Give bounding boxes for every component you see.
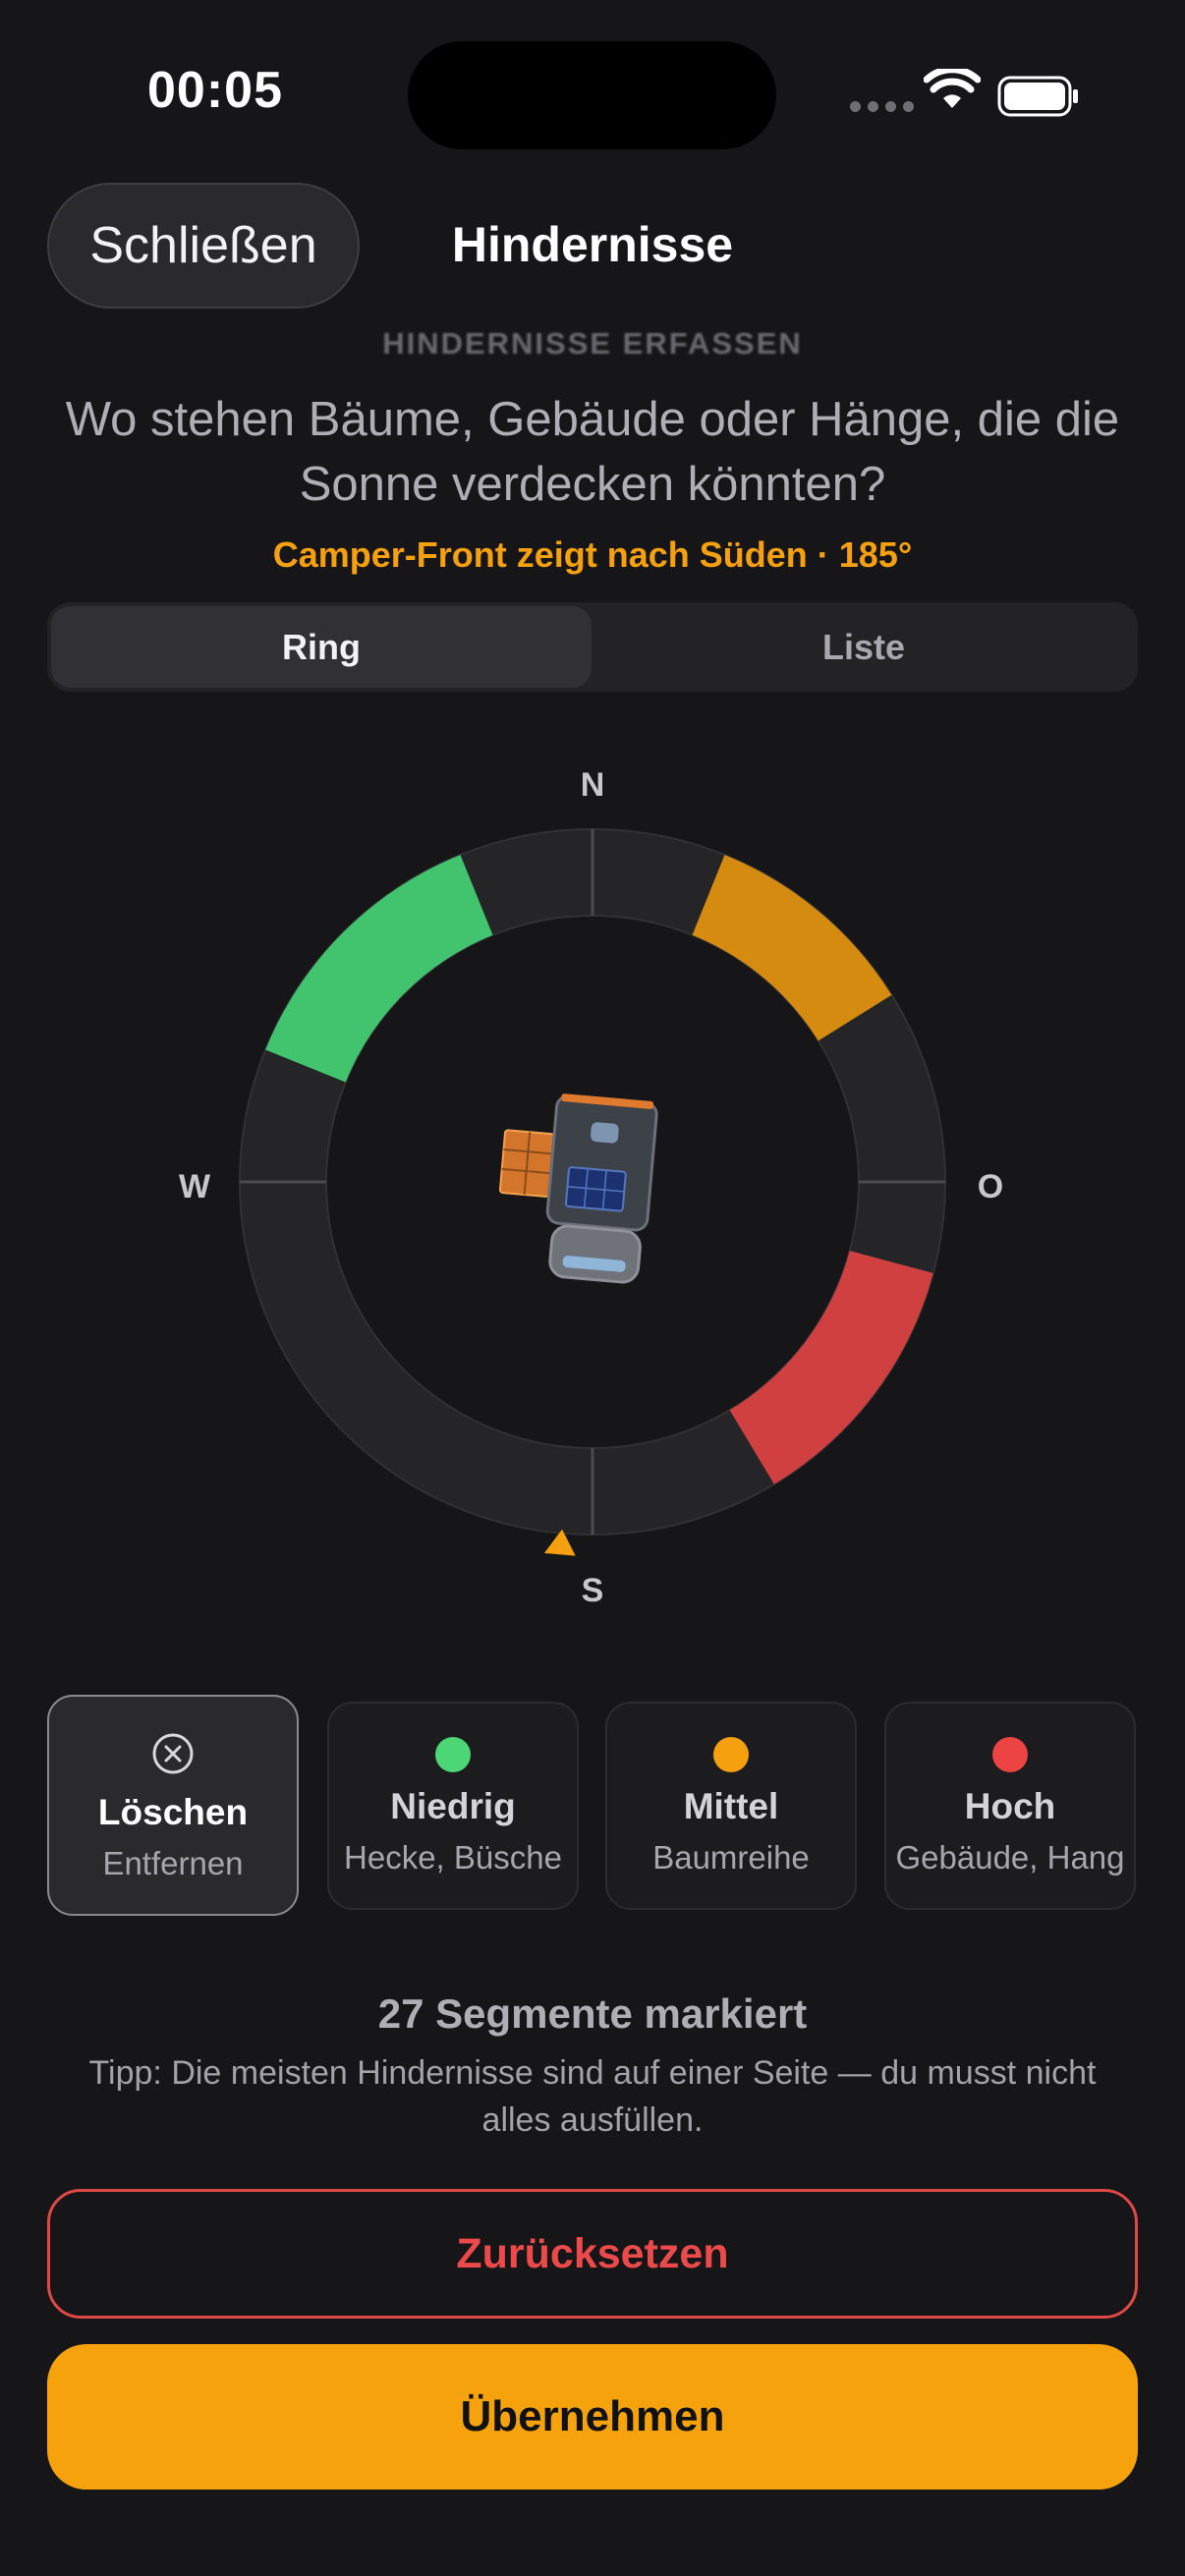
brush-title: Mittel [683,1786,779,1826]
battery-icon [997,76,1078,117]
view-toggle: Ring Liste [47,602,1138,692]
question-text: Wo stehen Bäume, Gebäude oder Hänge, die… [65,393,1120,511]
obstacle-segment-niedrig[interactable] [265,855,493,1083]
close-button[interactable]: Schließen [47,183,360,308]
apply-button[interactable]: Übernehmen [47,2344,1138,2490]
cellular-signal-icon [850,101,914,112]
reset-button[interactable]: Zurücksetzen [47,2189,1138,2319]
high-color-dot [992,1737,1028,1772]
x-circle-icon [152,1733,194,1774]
low-color-dot [435,1737,471,1772]
compass-north: N [580,766,605,804]
brush-title: Hoch [964,1786,1056,1826]
brush-loeschen[interactable]: Löschen Entfernen [47,1695,299,1916]
brush-subtitle: Gebäude, Hang [895,1839,1125,1876]
camper-icon [498,1093,658,1284]
obstacle-ring[interactable]: N O S W [157,747,1028,1617]
segment-count: 27 Segmente markiert [377,1990,808,2037]
brush-subtitle: Baumreihe [652,1839,810,1876]
page-title: Hindernisse [451,217,734,272]
ring-svg[interactable] [157,747,1028,1617]
brush-title: Niedrig [390,1786,516,1826]
brush-mittel[interactable]: Mittel Baumreihe [605,1702,857,1910]
dynamic-island [408,41,776,149]
wifi-icon [924,69,981,108]
tab-ring[interactable]: Ring [51,606,592,688]
status-time: 00:05 [147,62,283,119]
compass-east: O [977,1168,1004,1205]
compass-west: W [178,1168,211,1205]
tab-liste[interactable]: Liste [593,606,1134,688]
brush-hoch[interactable]: Hoch Gebäude, Hang [884,1702,1136,1910]
brush-title: Löschen [97,1792,249,1832]
obstacle-segment-mittel[interactable] [692,855,892,1041]
brush-subtitle: Entfernen [102,1845,244,1881]
obstacle-segment-hoch[interactable] [729,1251,933,1484]
section-kicker: HINDERNISSE ERFASSEN [382,326,803,361]
tip-text: Tipp: Die meisten Hindernisse sind auf e… [88,2054,1097,2139]
compass-south: S [581,1572,604,1609]
brush-niedrig[interactable]: Niedrig Hecke, Büsche [327,1702,579,1910]
medium-color-dot [713,1737,749,1772]
camper-heading-info: Camper-Front zeigt nach Süden · 185° [272,534,913,575]
brush-subtitle: Hecke, Büsche [344,1839,562,1876]
